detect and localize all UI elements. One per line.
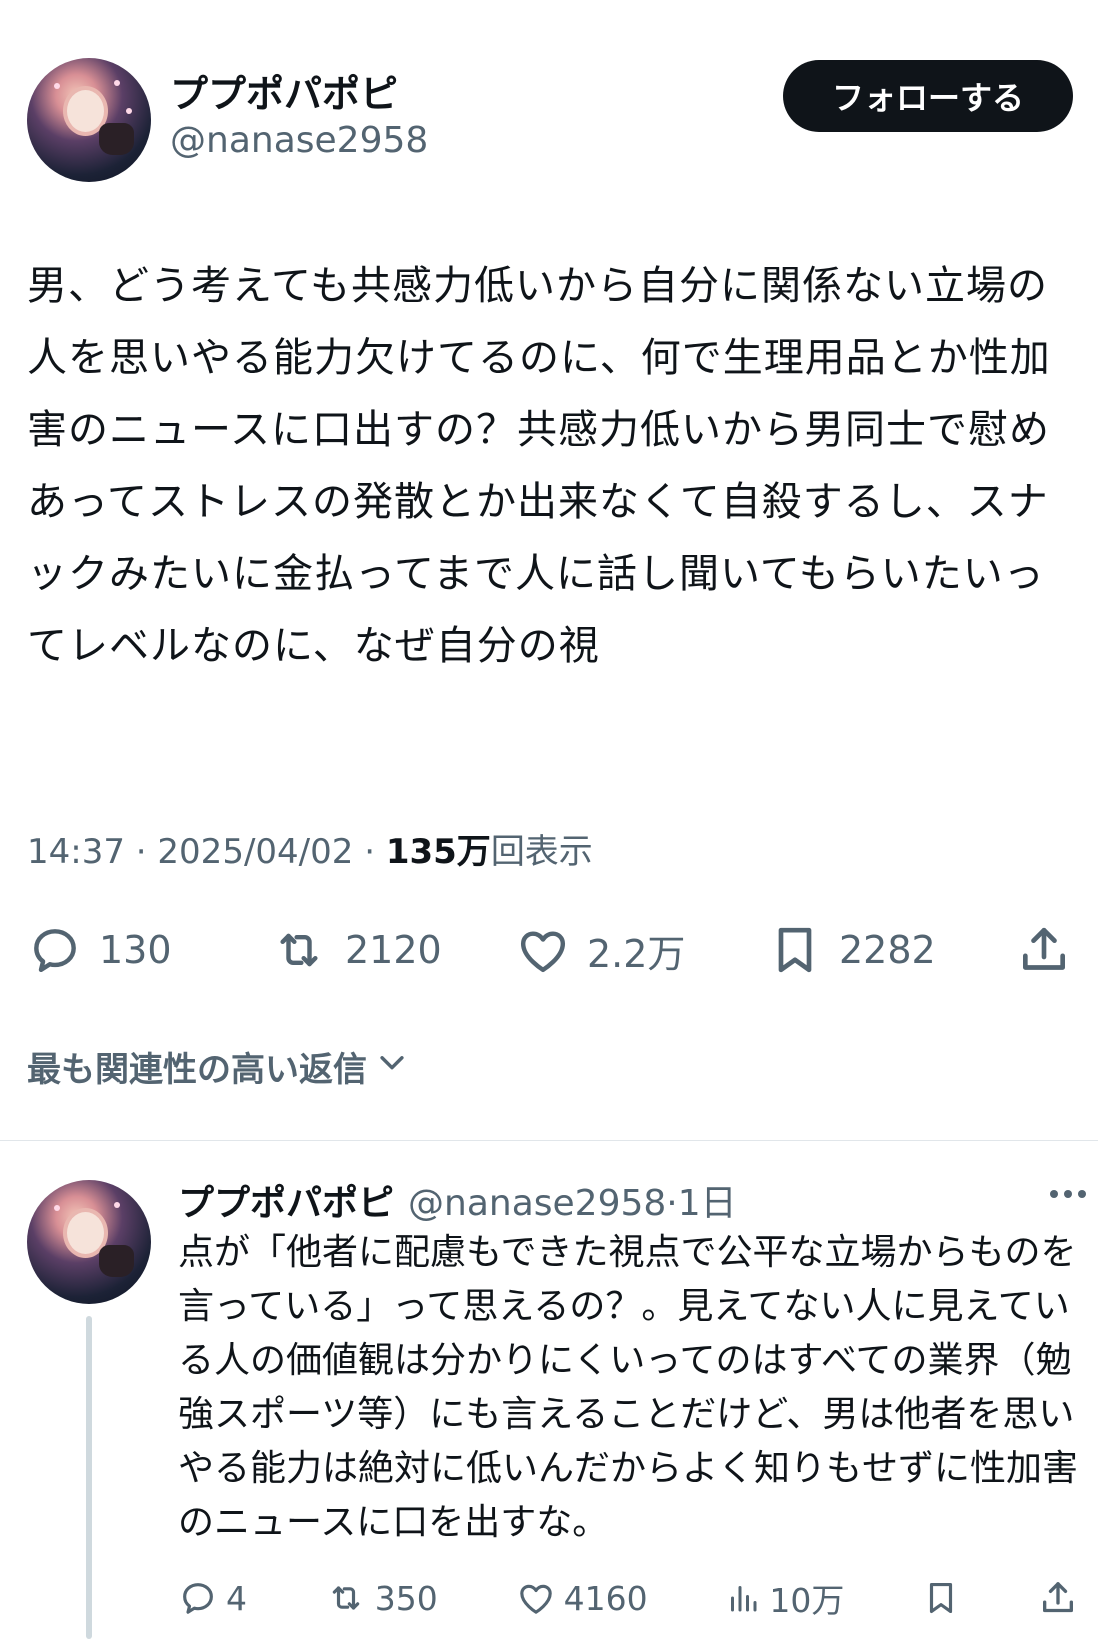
- reply-icon: [178, 1578, 218, 1618]
- bookmark-count: 2282: [839, 928, 936, 972]
- avatar-cat: [98, 1244, 134, 1277]
- thread-line: [86, 1316, 92, 1639]
- reply-button[interactable]: 130: [27, 922, 269, 978]
- author-handle[interactable]: @nanase2958: [170, 120, 428, 162]
- meta-separator: ·: [135, 832, 147, 872]
- views-count: 135万: [385, 832, 491, 872]
- reply-repost-count: 350: [374, 1578, 438, 1618]
- avatar-sparkle: [113, 1202, 120, 1209]
- avatar-sparkle: [54, 1204, 61, 1211]
- replies-sort-dropdown[interactable]: 最も関連性の高い返信: [27, 1042, 409, 1091]
- post-time[interactable]: 14:37: [27, 832, 125, 872]
- author-avatar[interactable]: [27, 58, 151, 182]
- reply-repost-button[interactable]: 350: [325, 1578, 438, 1618]
- share-icon: [1016, 922, 1072, 978]
- avatar-sparkle: [113, 80, 120, 87]
- reply-actions: 4 350 4160 10万: [178, 1573, 1078, 1623]
- more-icon: [1048, 1187, 1088, 1206]
- meta-separator: ·: [364, 832, 376, 872]
- reply-like-button[interactable]: 4160: [516, 1578, 648, 1618]
- like-button[interactable]: 2.2万: [515, 922, 767, 978]
- reply-header: ププポパポピ @nanase2958 · 1日: [178, 1174, 737, 1226]
- repost-icon: [269, 922, 329, 978]
- avatar-sparkle: [54, 82, 61, 89]
- reply-like-count: 4160: [563, 1578, 648, 1618]
- reply-share-button[interactable]: [1038, 1578, 1078, 1618]
- reply-views-count: 10万: [769, 1581, 845, 1620]
- more-options-button[interactable]: [1048, 1186, 1088, 1206]
- reply-count: 130: [99, 928, 172, 972]
- like-count: 2.2万: [587, 931, 686, 976]
- views-icon: [725, 1578, 761, 1618]
- bookmark-button[interactable]: 2282: [767, 920, 1009, 980]
- reply-icon: [27, 922, 83, 978]
- reply-display-name[interactable]: ププポパポピ: [178, 1174, 394, 1226]
- views-label: 回表示: [490, 832, 593, 872]
- avatar-face: [66, 90, 104, 133]
- reply-bookmark-button[interactable]: [922, 1577, 960, 1619]
- reply-text: 点が「他者に配慮もできた視点で公平な立場からものを言っている」って思えるの？。見…: [178, 1232, 1079, 1543]
- chevron-down-icon: [367, 1045, 409, 1088]
- avatar-face: [66, 1212, 104, 1255]
- author-display-name[interactable]: ププポパポピ: [170, 72, 398, 116]
- post-date[interactable]: 2025/04/02: [157, 832, 353, 872]
- reply-handle[interactable]: @nanase2958: [408, 1183, 666, 1224]
- repost-button[interactable]: 2120: [269, 922, 515, 978]
- reply-author-avatar[interactable]: [27, 1180, 151, 1304]
- replies-sort-label: 最も関連性の高い返信: [27, 1050, 367, 1090]
- bookmark-icon: [922, 1577, 960, 1619]
- like-icon: [516, 1578, 556, 1618]
- share-icon: [1038, 1578, 1078, 1618]
- divider: [0, 1140, 1098, 1141]
- like-icon: [515, 922, 571, 978]
- reply-views-button[interactable]: 10万: [725, 1574, 844, 1622]
- follow-button[interactable]: フォローする: [783, 60, 1073, 132]
- repost-icon: [325, 1578, 367, 1618]
- bookmark-icon: [767, 920, 823, 980]
- share-button[interactable]: [1016, 922, 1072, 978]
- reply-reply-button[interactable]: 4: [178, 1578, 247, 1618]
- post-actions: 130 2120 2.2万 2282: [27, 918, 1072, 982]
- post-meta: 14:37 · 2025/04/02 · 135万回表示: [27, 828, 593, 876]
- post-text: 男、どう考えても共感力低いから自分に関係ない立場の人を思いやる能力欠けてるのに、…: [27, 263, 1051, 669]
- avatar-cat: [98, 122, 134, 155]
- repost-count: 2120: [345, 928, 442, 972]
- reply-time[interactable]: 1日: [678, 1174, 737, 1226]
- avatar-sparkle: [126, 107, 133, 114]
- reply-separator: ·: [666, 1183, 678, 1224]
- reply-reply-count: 4: [226, 1578, 247, 1618]
